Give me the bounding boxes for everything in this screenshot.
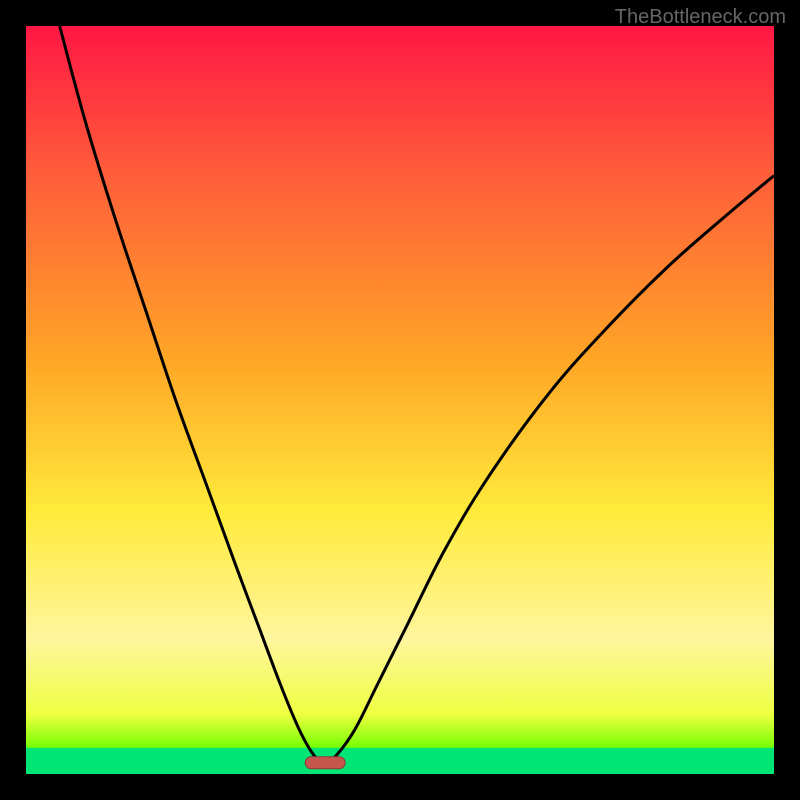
watermark-text: TheBottleneck.com bbox=[615, 6, 786, 29]
plot-background bbox=[26, 26, 774, 774]
green-band bbox=[26, 748, 774, 774]
chart-svg bbox=[0, 0, 800, 800]
bottleneck-marker bbox=[305, 757, 345, 769]
chart-container: TheBottleneck.com bbox=[0, 0, 800, 800]
